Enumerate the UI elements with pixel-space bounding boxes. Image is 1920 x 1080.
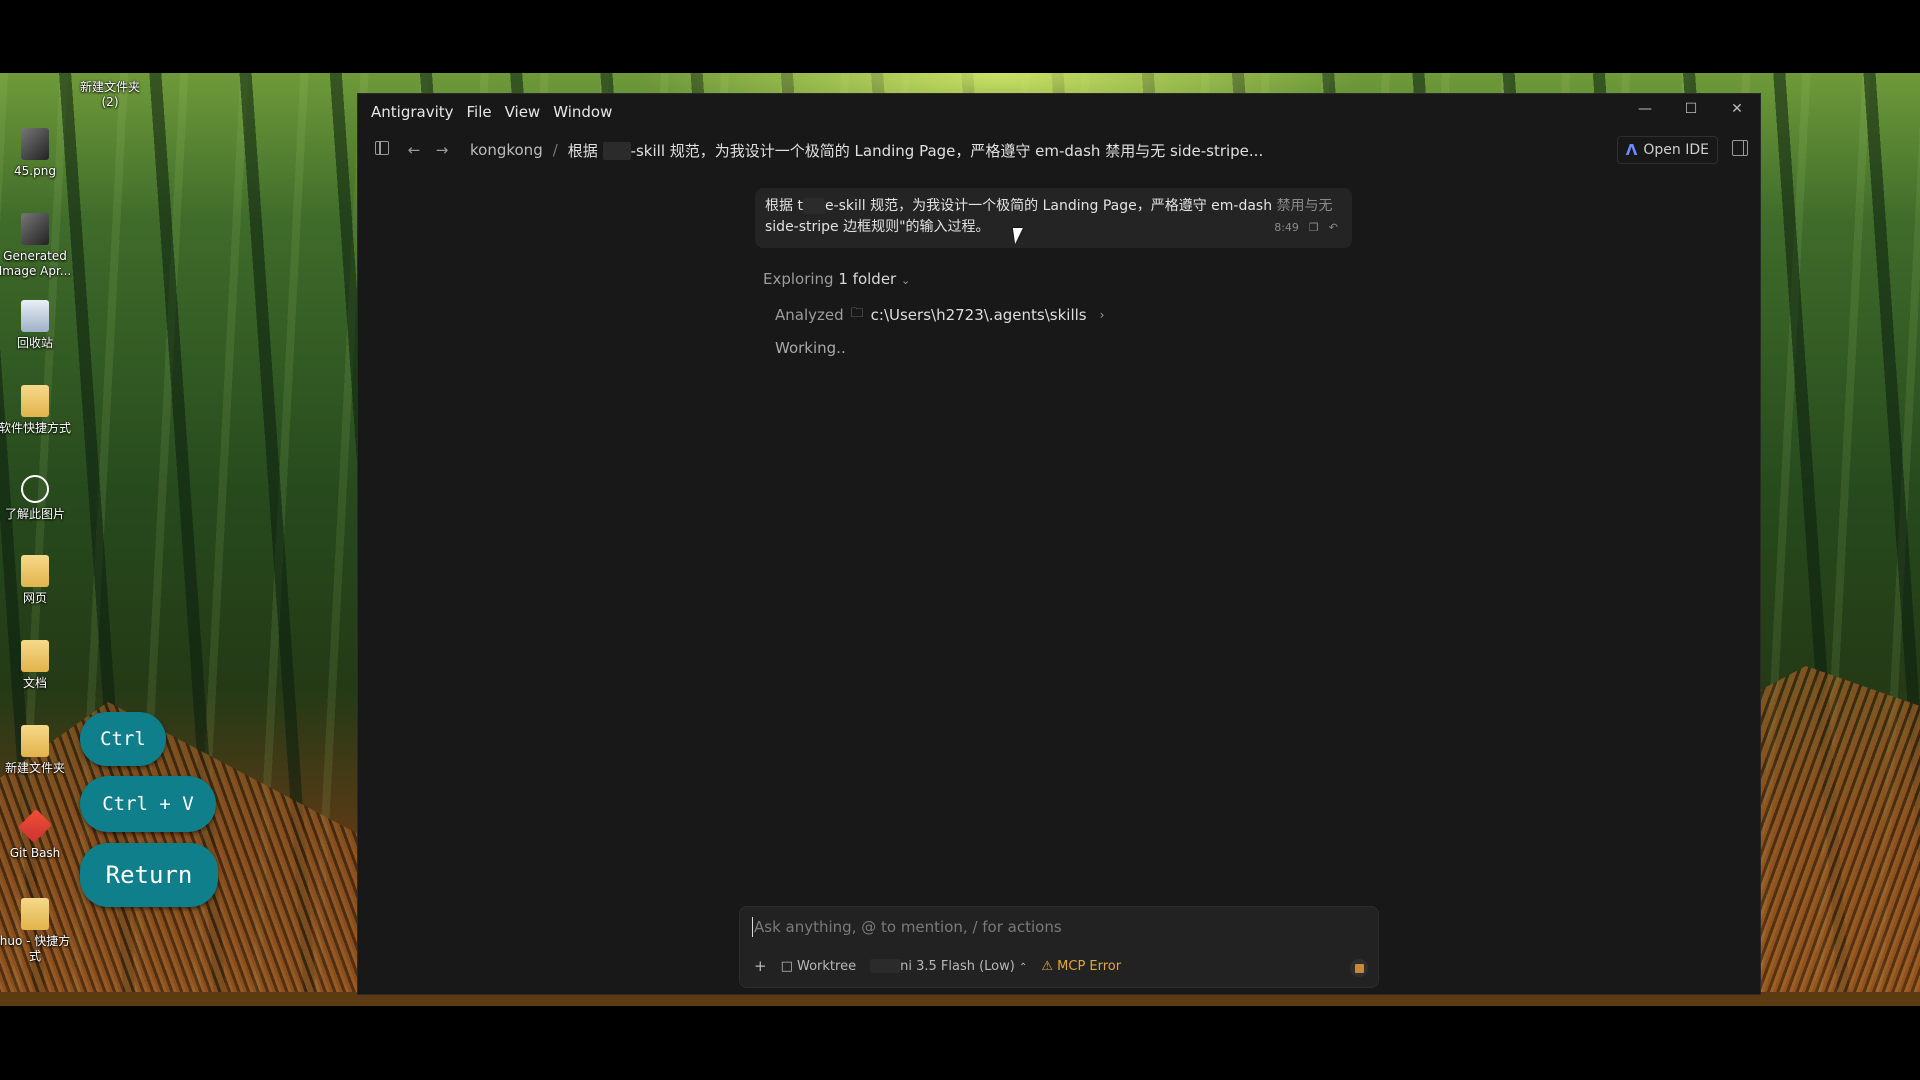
menu-file[interactable]: File [467,103,492,121]
redacted-block [602,142,631,160]
close-icon[interactable]: ✕ [1714,94,1760,124]
window-controls: — ☐ ✕ [1622,94,1760,124]
back-arrow-icon[interactable]: ← [402,141,426,159]
menu-view[interactable]: View [505,103,541,121]
composer-toolbar: + □ Worktree ni 3.5 Flash (Low) ⌃ ⚠ MCP … [754,957,1121,975]
stop-button[interactable] [1350,959,1368,977]
folder-icon [21,725,49,757]
warning-icon: ⚠ [1041,958,1054,974]
image-file-icon [21,128,49,160]
desktop-icon-new-folder-2[interactable]: 新建文件夹 (2) [72,80,148,110]
user-message-bubble: 根据 t e-skill 规范，为我设计一个极简的 Landing Page，严格… [755,188,1352,248]
redacted-block [802,198,825,214]
desktop-icon-software-shortcuts[interactable]: 软件快捷方式 [0,385,73,436]
breadcrumb-title-prefix: 根据 [567,141,598,160]
model-selector[interactable]: ni 3.5 Flash (Low) ⌃ [870,959,1027,974]
desktop-icon-label: 回收站 [16,336,53,350]
git-bash-icon [18,809,52,843]
chevron-down-icon: ⌄ [901,274,911,287]
breadcrumb-title-rest: -skill 规范，为我设计一个极简的 Landing Page，严格遵守 em… [630,141,1264,160]
maximize-icon[interactable]: ☐ [1668,94,1714,124]
redacted-block [870,959,901,973]
model-label: ni 3.5 Flash (Low) [900,958,1015,974]
breadcrumb-separator: / [552,141,558,159]
breadcrumb-conversation-title[interactable]: 根据 -skill 规范，为我设计一个极简的 Landing Page，严格遵守… [568,140,1263,161]
desktop-icon-huo-shortcut[interactable]: huo - 快捷方式 [0,898,73,964]
recycle-bin-icon [21,300,49,332]
antigravity-window: Antigravity File View Window — ☐ ✕ ← → k… [358,94,1760,994]
open-ide-button[interactable]: Λ Open IDE [1616,136,1718,164]
status-text: Working.. [775,339,846,357]
desktop-icon-label: 文档 [22,676,47,690]
title-bar: Antigravity File View Window — ☐ ✕ [358,94,1760,130]
desktop-icon-45-png[interactable]: 45.png [0,128,73,179]
folder-icon [21,640,49,672]
message-meta: 8:49 ❐ ↶ [1274,217,1338,238]
sidebar-toggle-icon[interactable] [370,141,394,159]
user-message-faded: 禁用与无 [1276,198,1333,214]
open-ide-label: Open IDE [1643,142,1709,158]
key-overlay-ctrl: Ctrl [80,712,166,766]
right-panel-toggle-icon[interactable] [1732,140,1748,156]
message-time: 8:49 [1274,221,1299,234]
desktop-icon-label: Generated Image Apr... [0,249,72,278]
breadcrumb: kongkong / 根据 -skill 规范，为我设计一个极简的 Landin… [470,140,1263,161]
toolbar: ← → kongkong / 根据 -skill 规范，为我设计一个极简的 La… [358,130,1760,170]
exploring-count: 1 folder [838,270,897,288]
exploring-prefix: Exploring [763,270,834,288]
image-file-icon [21,213,49,245]
forward-arrow-icon[interactable]: → [430,141,454,159]
user-message-main: e-skill 规范，为我设计一个极简的 Landing Page，严格遵守 e… [824,198,1277,214]
desktop-icon-label: 软件快捷方式 [0,421,71,435]
folder-outline-icon: 🗀 [850,306,864,321]
desktop-icon-label: huo - 快捷方式 [0,934,71,963]
analyzed-step[interactable]: Analyzed 🗀 c:\Users\h2723\.agents\skills… [775,304,1104,326]
info-circle-icon [21,475,49,503]
folder-icon [21,385,49,417]
chat-composer: + □ Worktree ni 3.5 Flash (Low) ⌃ ⚠ MCP … [739,906,1379,988]
chevron-up-icon: ⌃ [1018,961,1028,973]
minimize-icon[interactable]: — [1622,94,1668,124]
key-overlay-ctrl-v: Ctrl + V [80,776,216,832]
key-overlay-return: Return [80,843,218,907]
desktop-icon-git-bash[interactable]: Git Bash [0,809,73,861]
analyzed-path: c:\Users\h2723\.agents\skills [870,306,1087,324]
app-name: Antigravity [371,103,454,121]
exploring-step[interactable]: Exploring 1 folder ⌄ [763,270,910,288]
desktop-icon-web[interactable]: 网页 [0,555,73,606]
desktop-icon-label: 新建文件夹 [4,761,65,775]
desktop-icon-label: 了解此图片 [4,507,65,521]
chat-input[interactable] [752,917,1356,937]
folder-icon [21,555,49,587]
desktop-icon-label: 45.png [14,164,56,178]
mcp-error-label: MCP Error [1057,958,1122,974]
desktop-icon-new-folder[interactable]: 新建文件夹 [0,725,73,776]
mouse-cursor-icon [1012,228,1026,244]
antigravity-logo-icon: Λ [1625,141,1638,159]
worktree-button[interactable]: □ Worktree [781,959,857,974]
copy-icon[interactable]: ❐ [1309,217,1319,238]
wallpaper-floor [0,992,1920,1006]
shortcut-icon [21,898,49,930]
user-message-prefix: 根据 t [765,198,803,214]
undo-icon[interactable]: ↶ [1329,217,1338,238]
desktop-icon-label: 新建文件夹 (2) [79,80,140,109]
desktop-icon-learn-about-image[interactable]: 了解此图片 [0,475,73,522]
breadcrumb-workspace[interactable]: kongkong [470,141,543,159]
menu-window[interactable]: Window [553,103,612,121]
desktop-icon-recycle-bin[interactable]: 回收站 [0,300,73,351]
mcp-error-badge[interactable]: ⚠ MCP Error [1041,959,1121,974]
add-context-button[interactable]: + [754,957,767,975]
desktop-icon-generated-image[interactable]: Generated Image Apr... [0,213,73,279]
worktree-label: Worktree [797,958,857,974]
user-message-line-1: 根据 t e-skill 规范，为我设计一个极简的 Landing Page，严格… [765,196,1342,217]
stop-icon [1354,963,1364,973]
laptop-icon: □ [780,958,793,974]
user-message-line-2: side-stripe 边框规则"的输入过程。 [765,219,990,235]
desktop-icon-documents[interactable]: 文档 [0,640,73,691]
desktop-icon-label: 网页 [22,591,47,605]
desktop-icon-label: Git Bash [9,846,61,860]
analyzed-label: Analyzed [775,306,844,324]
chevron-right-icon: › [1099,308,1105,322]
